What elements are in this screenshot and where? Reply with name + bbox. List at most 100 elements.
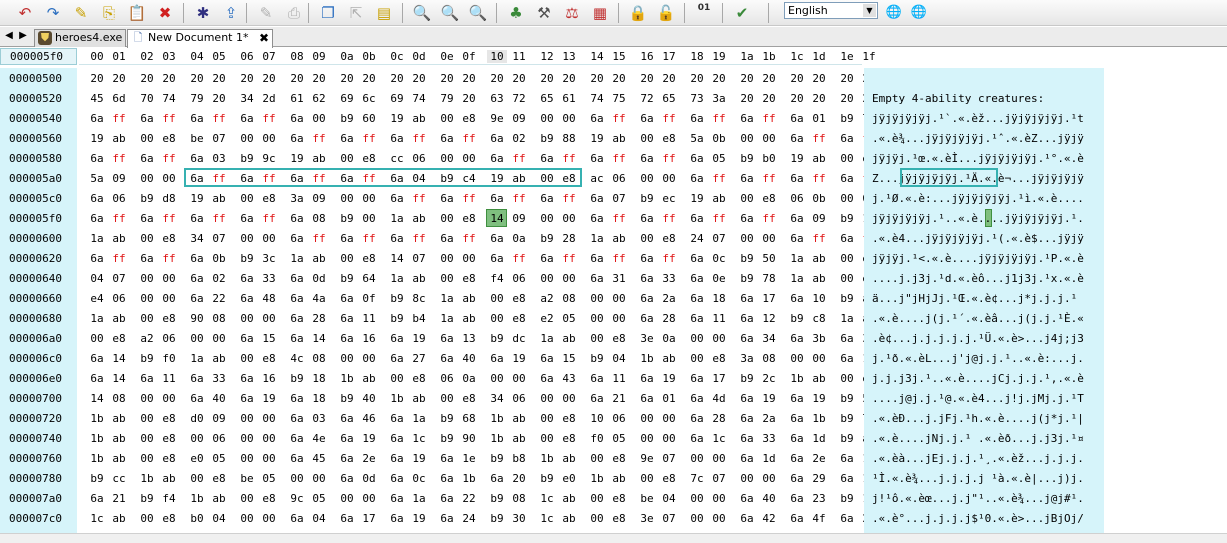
hex-byte[interactable]: 00 [159,172,179,185]
hex-byte[interactable]: 00 [837,192,857,205]
hex-byte[interactable]: 20 [487,72,507,85]
hex-byte[interactable]: 6a [287,432,307,445]
hex-byte[interactable]: 6a [737,392,757,405]
hex-byte[interactable]: 20 [609,72,629,85]
hex-byte[interactable]: 6a [87,192,107,205]
hex-byte[interactable]: ff [759,112,779,125]
hex-byte[interactable]: 00 [559,212,579,225]
hex-byte[interactable]: 6a [87,212,107,225]
hex-byte[interactable]: 6a [787,172,807,185]
hex-byte[interactable]: ff [809,172,829,185]
hex-byte[interactable]: e8 [259,352,279,365]
hex-byte[interactable]: 6c [359,92,379,105]
hex-byte[interactable]: 3a [737,352,757,365]
hex-byte[interactable]: ff [609,252,629,265]
hex-byte[interactable]: ff [259,112,279,125]
hex-byte[interactable]: 6a [437,192,457,205]
hex-byte[interactable]: e8 [659,232,679,245]
hex-byte[interactable]: ab [559,452,579,465]
hex-byte[interactable]: 6a [637,272,657,285]
globe-add-icon[interactable]: 🌐 [883,2,905,24]
hex-byte[interactable]: 04 [609,352,629,365]
hex-byte[interactable]: b9 [487,492,507,505]
hex-byte[interactable]: 20 [359,72,379,85]
hex-byte[interactable]: 00 [437,272,457,285]
hex-byte[interactable]: 6a [287,412,307,425]
hex-byte[interactable]: 24 [687,232,707,245]
hex-byte[interactable]: 20 [809,92,829,105]
hex-byte[interactable]: 00 [459,152,479,165]
hex-byte[interactable]: 09 [809,212,829,225]
hex-byte[interactable]: 20 [559,72,579,85]
hex-byte[interactable]: ab [109,432,129,445]
hex-byte[interactable]: 00 [487,372,507,385]
hex-byte[interactable]: 1a [587,232,607,245]
hex-byte[interactable]: ab [109,412,129,425]
hex-byte[interactable]: 06 [787,192,807,205]
hex-byte[interactable]: b9 [537,132,557,145]
hex-byte[interactable]: ab [109,512,129,525]
hex-byte[interactable]: 6a [737,212,757,225]
hex-byte[interactable]: ff [709,112,729,125]
hex-byte[interactable]: 14 [109,352,129,365]
close-icon[interactable]: ✖ [259,30,269,46]
hex-byte[interactable]: 00 [437,112,457,125]
hex-byte[interactable]: 1b [459,472,479,485]
hex-byte[interactable]: 1a [87,232,107,245]
hex-byte[interactable]: ac [587,172,607,185]
hex-byte[interactable]: 2e [809,452,829,465]
hex-byte[interactable]: 28 [709,412,729,425]
hex-byte[interactable]: 1a [87,312,107,325]
hex-byte[interactable]: 00 [137,412,157,425]
hex-byte[interactable]: 70 [137,92,157,105]
hex-byte[interactable]: e8 [159,452,179,465]
lock-icon[interactable]: 🔒 [627,2,649,24]
export-icon[interactable]: ⇪ [220,2,242,24]
hex-byte[interactable]: 17 [759,292,779,305]
hex-byte[interactable]: 6a [587,392,607,405]
hex-byte[interactable]: ff [209,112,229,125]
hex-byte[interactable]: 20 [137,72,157,85]
hex-byte[interactable]: 69 [387,92,407,105]
hex-byte[interactable]: 21 [609,392,629,405]
hex-byte[interactable]: 20 [87,72,107,85]
hex-byte[interactable]: 00 [337,492,357,505]
delete-icon[interactable]: ✖ [154,2,176,24]
hex-byte[interactable]: 6a [587,252,607,265]
hex-byte[interactable]: 27 [409,352,429,365]
hex-byte[interactable]: 6a [637,252,657,265]
hex-byte[interactable]: 6a [487,232,507,245]
hex-byte[interactable]: 6a [687,372,707,385]
hex-byte[interactable]: 00 [809,352,829,365]
hex-byte[interactable]: 1b [387,392,407,405]
hex-byte[interactable]: 15 [559,352,579,365]
hex-byte[interactable]: 00 [837,272,857,285]
hex-byte[interactable]: 00 [587,332,607,345]
insert-icon[interactable]: ✱ [192,2,214,24]
hex-byte[interactable]: 6a [837,512,857,525]
hex-byte[interactable]: 1a [787,272,807,285]
hex-byte[interactable]: 20 [687,72,707,85]
hex-area[interactable]: 20 20 20 20 20 20 20 20 20 20 20 20 20 20 20 20 20 20 20 20… [79,68,876,543]
hex-byte[interactable]: 43 [559,372,579,385]
hex-byte[interactable]: 6a [587,272,607,285]
hex-byte[interactable]: 00 [359,212,379,225]
hex-byte[interactable]: b9 [487,332,507,345]
hex-byte[interactable]: 40 [359,392,379,405]
hex-byte[interactable]: 00 [787,352,807,365]
hex-byte[interactable]: 33 [209,372,229,385]
hex-byte[interactable]: b9 [837,412,857,425]
hex-byte[interactable]: 74 [409,92,429,105]
hex-byte[interactable]: 20 [787,72,807,85]
hex-byte[interactable]: b9 [737,372,757,385]
hex-byte[interactable]: 69 [337,92,357,105]
hex-byte[interactable]: 5a [87,172,107,185]
hex-byte[interactable]: 1b [787,372,807,385]
hex-byte[interactable]: 1a [409,412,429,425]
hex-byte[interactable]: 00 [609,292,629,305]
hex-byte[interactable]: ab [209,192,229,205]
hex-byte[interactable]: 20 [587,72,607,85]
hex-byte[interactable]: ff [609,152,629,165]
hex-byte[interactable]: d0 [187,412,207,425]
hex-byte[interactable]: 28 [309,312,329,325]
